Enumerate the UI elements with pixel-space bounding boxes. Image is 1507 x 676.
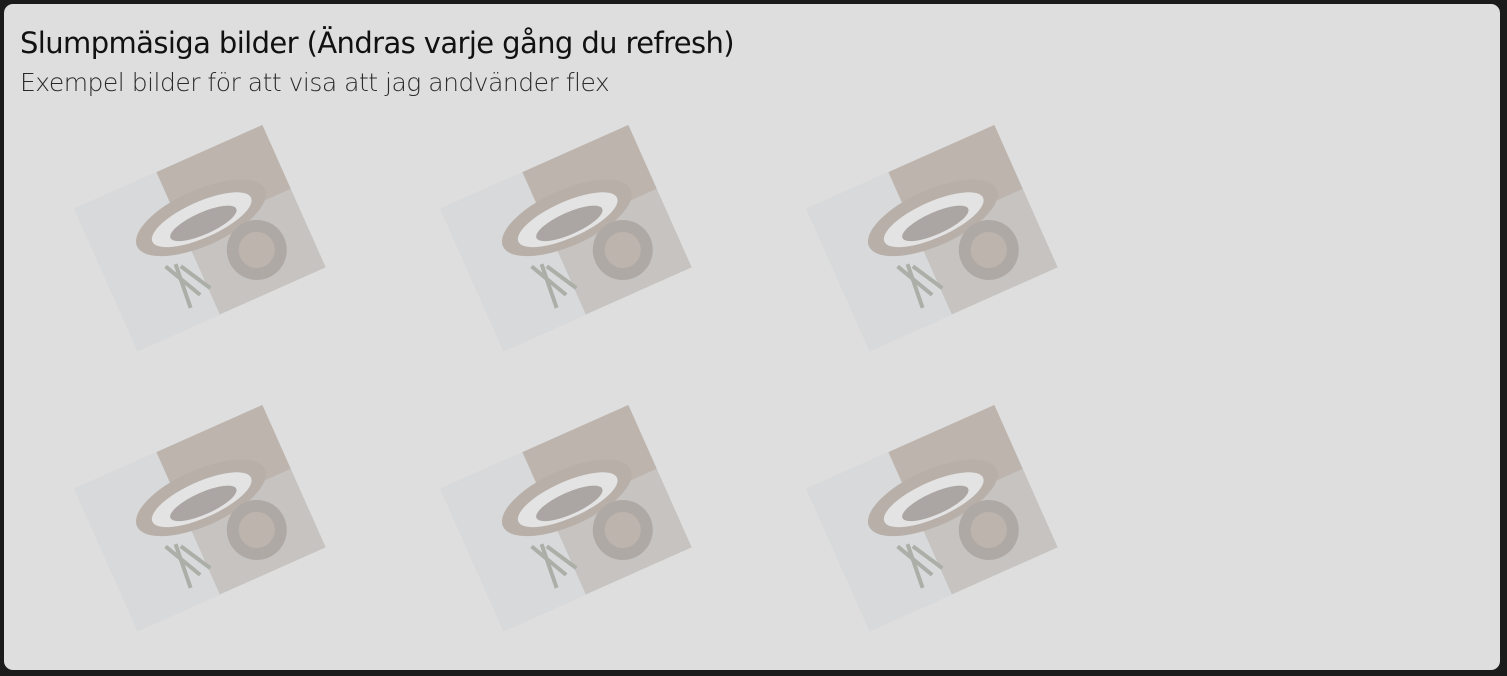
gallery-image [74,124,326,352]
gallery-image [74,404,326,632]
gallery-image [440,404,692,632]
coffee-cup-photo [74,404,326,632]
coffee-cup-photo [806,124,1058,352]
image-gallery [74,124,1070,632]
page-subtitle: Exempel bilder för att visa att jag andv… [20,68,610,97]
gallery-image [440,124,692,352]
gallery-image [806,404,1058,632]
coffee-cup-photo [806,404,1058,632]
coffee-cup-photo [74,124,326,352]
coffee-cup-photo [440,404,692,632]
main-panel: Slumpmäsiga bilder (Ändras varje gång du… [4,4,1500,670]
page-title: Slumpmäsiga bilder (Ändras varje gång du… [20,26,735,60]
gallery-image [806,124,1058,352]
coffee-cup-photo [440,124,692,352]
